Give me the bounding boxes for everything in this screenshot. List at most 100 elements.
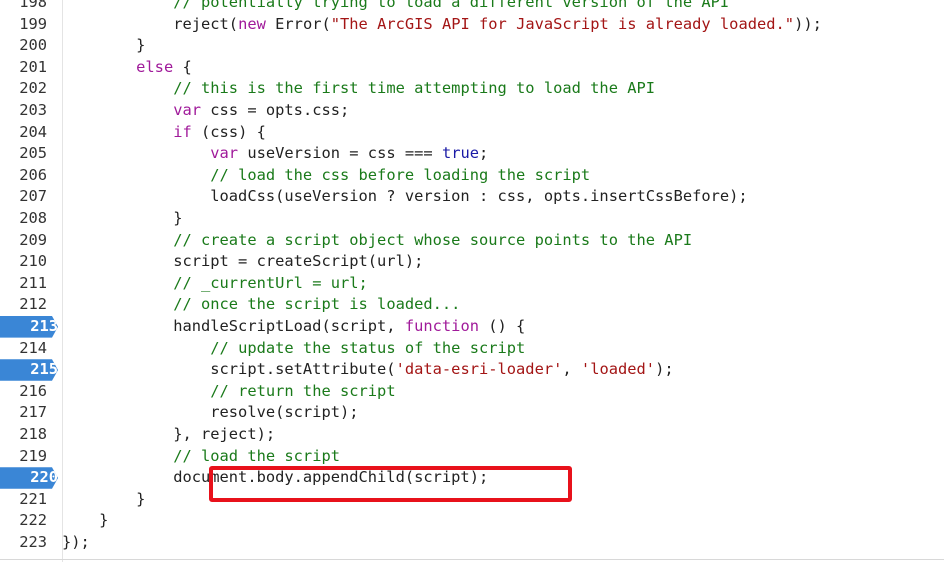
line-number[interactable]: 207	[0, 186, 47, 208]
token: reject(	[62, 14, 239, 33]
code-line: 215 script.setAttribute('data-esri-loade…	[0, 359, 944, 381]
code-editor[interactable]: 198 // potentially trying to load a diff…	[0, 0, 944, 562]
line-number[interactable]: 199	[0, 14, 47, 36]
line-number[interactable]: 209	[0, 230, 47, 252]
code-text: else {	[62, 57, 192, 79]
code-text: // potentially trying to load a differen…	[62, 0, 729, 14]
code-line: 214 // update the status of the script	[0, 338, 944, 360]
code-text: handleScriptLoad(script, function () {	[62, 316, 525, 338]
token: (css) {	[191, 122, 266, 141]
horizontal-scrollbar-edge	[0, 559, 944, 560]
code-line: 209 // create a script object whose sour…	[0, 230, 944, 252]
token-str: "The ArcGIS API for JavaScript is alread…	[330, 14, 795, 33]
code-line: 199 reject(new Error("The ArcGIS API for…	[0, 14, 944, 36]
line-number[interactable]: 200	[0, 35, 47, 57]
code-text: loadCss(useVersion ? version : css, opts…	[62, 186, 747, 208]
token-comment: // this is the first time attempting to …	[173, 79, 656, 98]
code-line: 205 var useVersion = css === true;	[0, 143, 944, 165]
line-number[interactable]: 218	[0, 424, 47, 446]
token-bool: true	[441, 144, 480, 163]
code-text: // update the status of the script	[62, 338, 525, 360]
line-number: 215	[30, 360, 58, 379]
breakpoint-marker[interactable]: 215	[0, 359, 58, 381]
token: script = createScript(url);	[62, 252, 424, 271]
code-text: // load the css before loading the scrip…	[62, 165, 590, 187]
code-line: 211 // _currentUrl = url;	[0, 273, 944, 295]
line-number[interactable]: 222	[0, 510, 47, 532]
code-line: 219 // load the script	[0, 446, 944, 468]
code-line: 223});	[0, 532, 944, 554]
token: css = opts.css;	[201, 101, 350, 119]
line-number[interactable]: 214	[0, 338, 47, 360]
token-kw: var	[210, 144, 239, 163]
code-line: 202 // this is the first time attempting…	[0, 78, 944, 100]
line-number: 213	[30, 317, 58, 335]
code-text: });	[62, 532, 90, 554]
code-text: // once the script is loaded...	[62, 294, 460, 316]
code-text: // this is the first time attempting to …	[62, 78, 655, 100]
code-text: }	[62, 208, 182, 230]
code-text: reject(new Error("The ArcGIS API for Jav…	[62, 14, 822, 36]
code-line: 204 if (css) {	[0, 122, 944, 144]
line-number[interactable]: 208	[0, 208, 47, 230]
token-comment: // once the script is loaded...	[173, 295, 461, 314]
code-line: 222 }	[0, 510, 944, 532]
token: }	[62, 489, 146, 508]
line-number[interactable]: 203	[0, 100, 47, 122]
token: handleScriptLoad(script,	[62, 317, 405, 335]
line-number[interactable]: 204	[0, 122, 47, 144]
token-comment: // update the status of the script	[210, 338, 526, 357]
line-number[interactable]: 205	[0, 143, 47, 165]
breakpoint-marker[interactable]: 220	[0, 467, 58, 489]
code-text: resolve(script);	[62, 402, 358, 424]
line-number[interactable]: 202	[0, 78, 47, 100]
code-line: 210 script = createScript(url);	[0, 251, 944, 273]
code-line: 218 }, reject);	[0, 424, 944, 446]
line-number[interactable]: 217	[0, 402, 47, 424]
line-number[interactable]: 212	[0, 294, 47, 316]
token: }	[62, 36, 146, 55]
code-line: 201 else {	[0, 57, 944, 79]
line-number: 220	[30, 468, 58, 487]
token-comment: // load the script	[173, 446, 340, 465]
token: () {	[478, 317, 526, 335]
code-text: }	[62, 489, 145, 511]
token: ));	[794, 14, 822, 33]
line-number[interactable]: 206	[0, 165, 47, 187]
token-str: 'loaded'	[580, 360, 656, 379]
line-number[interactable]: 211	[0, 273, 47, 295]
line-number[interactable]: 221	[0, 489, 47, 511]
breakpoint-marker[interactable]: 213	[0, 316, 58, 338]
code-text: if (css) {	[62, 122, 266, 144]
token-kw: var	[173, 101, 202, 119]
line-number[interactable]: 210	[0, 251, 47, 273]
code-line: 208 }	[0, 208, 944, 230]
line-number[interactable]: 216	[0, 381, 47, 403]
token-comment: // load the css before loading the scrip…	[210, 165, 591, 184]
token-kw: new	[238, 14, 266, 33]
line-number[interactable]: 223	[0, 532, 47, 554]
line-number[interactable]: 198	[0, 0, 47, 14]
code-line: 213 handleScriptLoad(script, function ()…	[0, 316, 944, 338]
token: });	[62, 533, 90, 551]
code-text: // load the script	[62, 446, 340, 468]
token: Error(	[265, 14, 331, 33]
line-number[interactable]: 201	[0, 57, 47, 79]
token-kw: else	[136, 57, 174, 76]
code-line: 198 // potentially trying to load a diff…	[0, 0, 944, 14]
line-number[interactable]: 219	[0, 446, 47, 468]
code-line: 207 loadCss(useVersion ? version : css, …	[0, 186, 944, 208]
token-comment: // create a script object whose source p…	[173, 230, 693, 249]
highlight-annotation-box	[209, 466, 572, 502]
code-line: 216 // return the script	[0, 381, 944, 403]
code-text: }, reject);	[62, 424, 275, 446]
code-line: 217 resolve(script);	[0, 402, 944, 424]
